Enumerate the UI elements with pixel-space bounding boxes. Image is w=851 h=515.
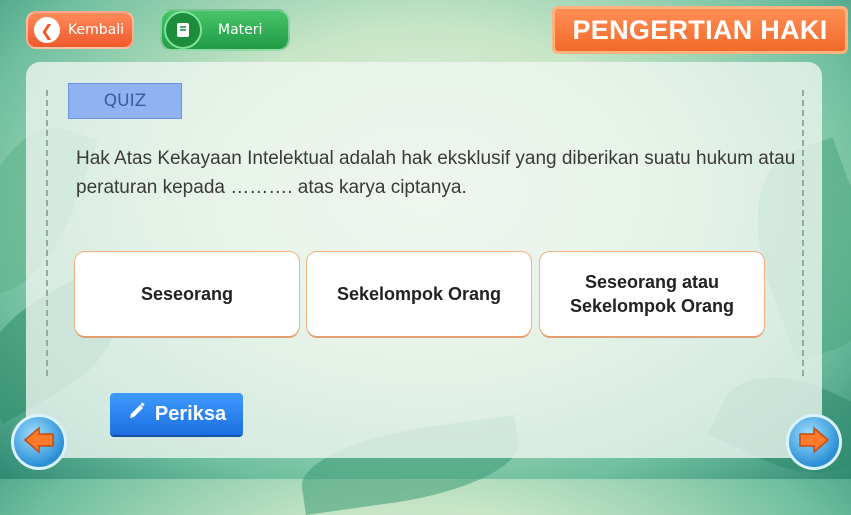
left-divider [46, 90, 48, 376]
option-2[interactable]: Sekelompok Orang [307, 252, 531, 336]
option-1[interactable]: Seseorang [75, 252, 299, 336]
arrow-left-icon [23, 426, 55, 458]
option-3[interactable]: Seseorang atau Sekelompok Orang [540, 252, 764, 336]
back-button-label: Kembali [68, 22, 124, 38]
materi-button[interactable]: Materi [160, 9, 290, 51]
page-title: PENGERTIAN HAKI [552, 6, 848, 54]
back-button[interactable]: ❮ Kembali [26, 11, 134, 49]
book-icon [164, 11, 202, 49]
check-button-label: Periksa [154, 402, 227, 425]
prev-button[interactable] [11, 414, 67, 470]
next-button[interactable] [786, 414, 842, 470]
question-text: Hak Atas Kekayaan Intelektual adalah hak… [76, 148, 796, 198]
materi-button-label: Materi [218, 22, 263, 38]
chevron-left-icon: ❮ [34, 17, 60, 43]
quiz-tab: QUIZ [68, 83, 182, 119]
arrow-right-icon [798, 426, 830, 458]
check-button[interactable]: Periksa [110, 393, 243, 435]
pencil-icon [127, 401, 147, 427]
quiz-card: QUIZ Hak Atas Kekayaan Intelektual adala… [26, 62, 822, 458]
right-divider [802, 90, 804, 376]
